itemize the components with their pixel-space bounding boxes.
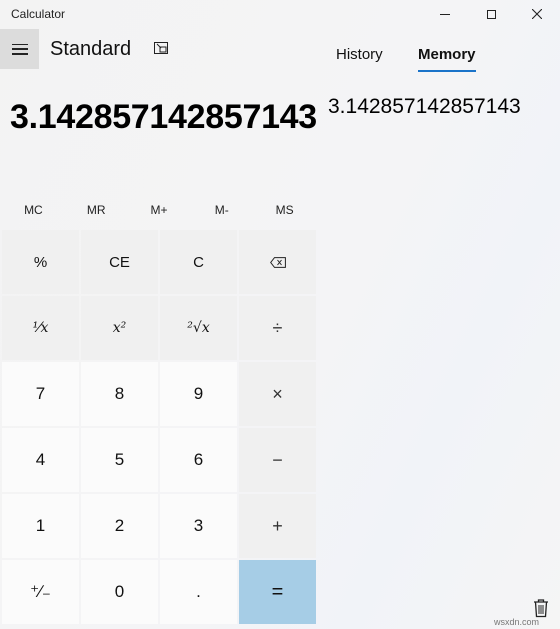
equals-button[interactable]: =	[239, 560, 316, 624]
maximize-icon	[486, 9, 496, 19]
memory-buttons-row: MC MR M+ M- MS	[2, 196, 316, 224]
maximize-button[interactable]	[468, 0, 514, 28]
digit-6-button[interactable]: 6	[160, 428, 237, 492]
percent-button[interactable]: %	[2, 230, 79, 294]
reciprocal-label: ¹⁄x	[32, 320, 49, 336]
app-title: Calculator	[11, 7, 66, 21]
title-bar[interactable]: Calculator	[0, 0, 560, 28]
digit-9-button[interactable]: 9	[160, 362, 237, 426]
mode-title: Standard	[50, 38, 132, 60]
keep-on-top-icon[interactable]	[154, 42, 168, 54]
multiply-button[interactable]: ×	[239, 362, 316, 426]
close-icon	[532, 9, 542, 19]
digit-3-button[interactable]: 3	[160, 494, 237, 558]
digit-7-button[interactable]: 7	[2, 362, 79, 426]
add-button[interactable]: +	[239, 494, 316, 558]
clear-entry-button[interactable]: CE	[81, 230, 158, 294]
minimize-icon	[440, 13, 450, 15]
memory-recall-button[interactable]: MR	[65, 196, 128, 224]
memory-add-button[interactable]: M+	[128, 196, 191, 224]
backspace-button[interactable]	[239, 230, 316, 294]
digit-2-button[interactable]: 2	[81, 494, 158, 558]
digit-0-button[interactable]: 0	[81, 560, 158, 624]
decimal-button[interactable]: .	[160, 560, 237, 624]
clear-button[interactable]: C	[160, 230, 237, 294]
memory-clear-button[interactable]: MC	[2, 196, 65, 224]
digit-4-button[interactable]: 4	[2, 428, 79, 492]
result-display: 3.142857142857143	[10, 98, 317, 136]
navigation-menu-button[interactable]	[0, 29, 39, 69]
square-root-button[interactable]: ²√x	[160, 296, 237, 360]
backspace-icon	[269, 256, 286, 268]
memory-subtract-button[interactable]: M-	[190, 196, 253, 224]
divide-button[interactable]: ÷	[239, 296, 316, 360]
digit-1-button[interactable]: 1	[2, 494, 79, 558]
digit-5-button[interactable]: 5	[81, 428, 158, 492]
trash-icon[interactable]	[532, 598, 550, 618]
memory-store-button[interactable]: MS	[253, 196, 316, 224]
tab-memory[interactable]: Memory	[418, 46, 476, 63]
active-tab-indicator	[418, 70, 476, 72]
negate-button[interactable]: ⁺∕₋	[2, 560, 79, 624]
close-button[interactable]	[514, 0, 560, 28]
square-root-label: ²√x	[187, 320, 210, 336]
reciprocal-button[interactable]: ¹⁄x	[2, 296, 79, 360]
square-label: x²	[112, 320, 127, 336]
digit-8-button[interactable]: 8	[81, 362, 158, 426]
watermark: wsxdn.com	[494, 617, 540, 627]
hamburger-icon	[11, 43, 28, 55]
memory-item[interactable]: 3.142857142857143	[328, 95, 521, 119]
keypad: % CE C ¹⁄x x² ²√x ÷ 7 8 9 × 4 5 6 − 1 2 …	[2, 230, 316, 624]
side-panel-tabs: History Memory	[320, 28, 560, 72]
tab-history[interactable]: History	[336, 46, 383, 63]
square-button[interactable]: x²	[81, 296, 158, 360]
subtract-button[interactable]: −	[239, 428, 316, 492]
minimize-button[interactable]	[422, 0, 468, 28]
